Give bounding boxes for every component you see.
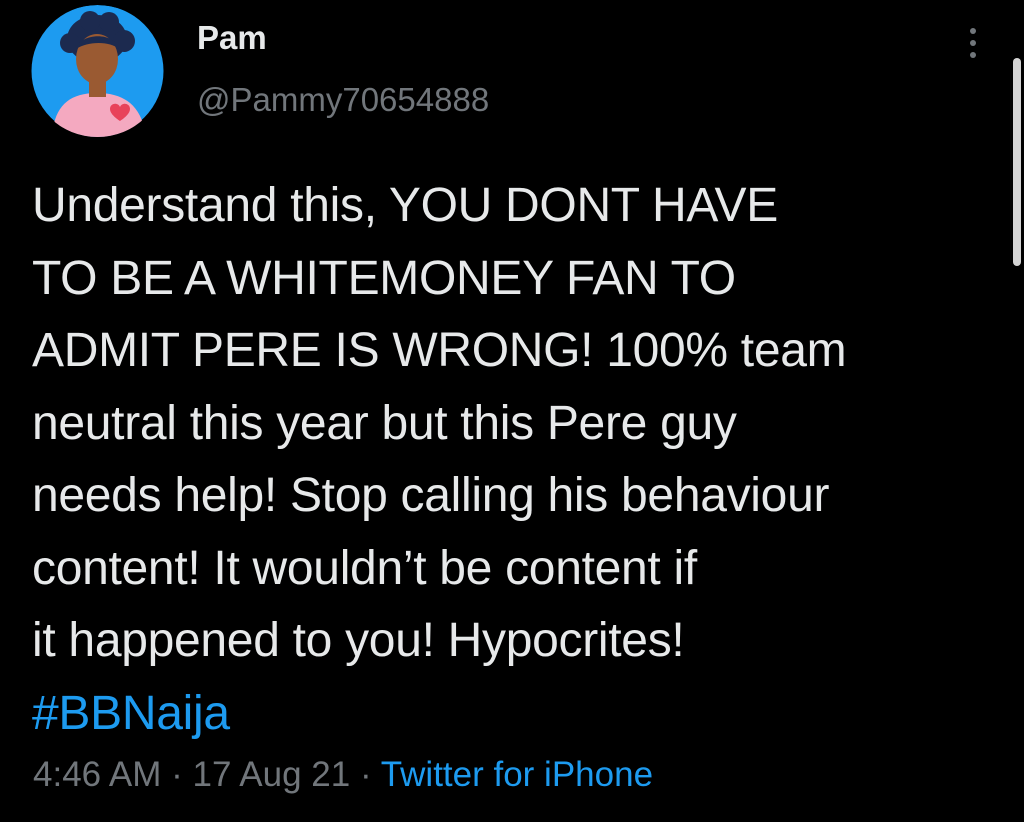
more-options-button[interactable] <box>955 22 991 64</box>
tweet-text: Understand this, YOU DONT HAVE TO BE A W… <box>32 170 992 750</box>
tweet-text-line: needs help! Stop calling his behaviour <box>32 469 830 522</box>
tweet-date[interactable]: 17 Aug 21 <box>193 755 351 794</box>
tweet-time[interactable]: 4:46 AM <box>33 755 161 794</box>
meta-separator: · <box>359 755 372 794</box>
tweet-text-line: content! It wouldn’t be content if <box>32 541 697 595</box>
author-display-name[interactable]: Pam <box>197 18 267 58</box>
tweet-text-line: ADMIT PERE IS WRONG! 100% team <box>32 324 847 377</box>
meta-separator: · <box>171 755 183 794</box>
tweet-meta: 4:46 AM · 17 Aug 21 · Twitter for iPhone <box>33 752 653 798</box>
tweet-text-line: Understand this, YOU DONT HAVE <box>32 179 778 232</box>
avatar-icon <box>31 5 164 137</box>
tweet-text-line: TO BE A WHITEMONEY FAN TO <box>32 251 736 305</box>
tweet-text-line: neutral this year but this Pere guy <box>32 396 737 450</box>
scrollbar-thumb[interactable] <box>1013 58 1021 266</box>
tweet: Pam @Pammy70654888 Understand this, YOU … <box>0 0 1024 822</box>
author-handle[interactable]: @Pammy70654888 <box>197 80 489 120</box>
tweet-source-link[interactable]: Twitter for iPhone <box>381 755 653 794</box>
hashtag-link[interactable]: #BBNaija <box>32 678 992 751</box>
author-avatar[interactable] <box>30 5 165 137</box>
tweet-text-line: it happened to you! Hypocrites! <box>32 614 685 667</box>
